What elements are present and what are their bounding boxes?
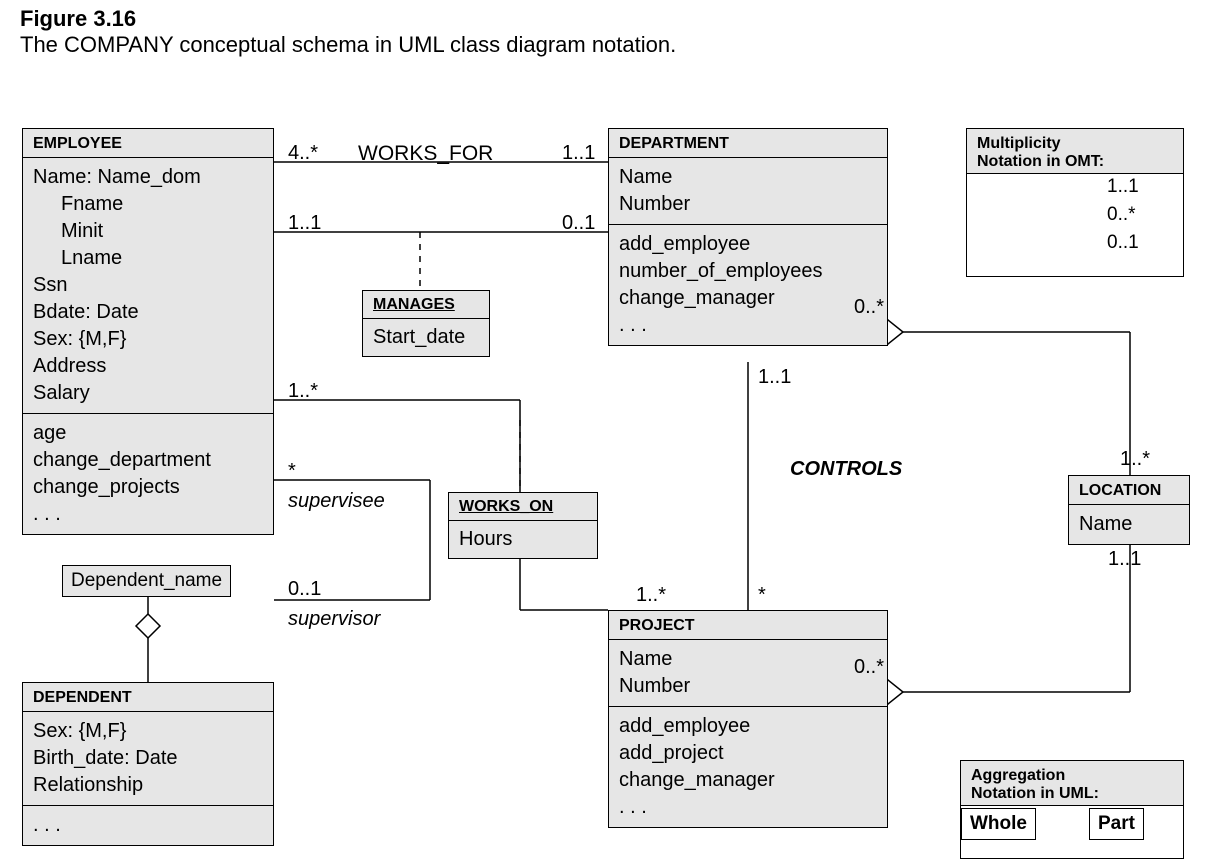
role-supervisor: supervisor	[288, 608, 380, 631]
role-supervisee: supervisee	[288, 490, 385, 513]
attr: Name	[1079, 511, 1179, 538]
assoc-controls-name: CONTROLS	[790, 458, 902, 481]
assoc-worksfor-name: WORKS_FOR	[358, 142, 493, 166]
attr: Ssn	[33, 272, 263, 299]
attr: Bdate: Date	[33, 299, 263, 326]
mult-workson-emp: 1..*	[288, 380, 318, 403]
operation: add_employee	[619, 713, 877, 740]
mult-deptloc-dept: 0..*	[854, 296, 884, 319]
mult-projloc-loc: 1..1	[1108, 548, 1141, 571]
operation: change_manager	[619, 767, 877, 794]
attr: Number	[619, 191, 877, 218]
assoc-title: WORKS_ON	[449, 493, 597, 521]
class-location: LOCATION Name	[1068, 475, 1190, 545]
legend-part: Part	[1089, 808, 1144, 840]
operation: age	[33, 420, 263, 447]
operation: change_manager	[619, 285, 877, 312]
attr: Salary	[33, 380, 263, 407]
attr: Hours	[449, 521, 597, 558]
class-title: DEPARTMENT	[609, 129, 887, 158]
legend-omt-multiplicity: Multiplicity Notation in OMT: 1..1 0..* …	[966, 128, 1184, 277]
class-department: DEPARTMENT Name Number add_employee numb…	[608, 128, 888, 346]
class-title: EMPLOYEE	[23, 129, 273, 158]
attr: Number	[619, 673, 877, 700]
legend-title-line2: Notation in OMT:	[977, 153, 1173, 171]
class-dependent: DEPENDENT Sex: {M,F} Birth_date: Date Re…	[22, 682, 274, 846]
mult-projloc-proj: 0..*	[854, 656, 884, 679]
operation: add_employee	[619, 231, 877, 258]
legend-whole: Whole	[961, 808, 1036, 840]
mult-controls-dept: 1..1	[758, 366, 791, 389]
class-employee: EMPLOYEE Name: Name_dom Fname Minit Lnam…	[22, 128, 274, 535]
operation: change_department	[33, 447, 263, 474]
legend-title-line2: Notation in UML:	[971, 785, 1173, 803]
attr: Relationship	[33, 772, 263, 799]
legend-title-line1: Multiplicity	[977, 135, 1173, 153]
class-title: LOCATION	[1069, 476, 1189, 505]
operation: . . .	[619, 312, 877, 339]
operation: . . .	[33, 812, 263, 839]
assoc-title: MANAGES	[363, 291, 489, 319]
assoc-class-workson: WORKS_ON Hours	[448, 492, 598, 559]
operation: add_project	[619, 740, 877, 767]
attr: Minit	[33, 218, 263, 245]
mult-supervisor: 0..1	[288, 578, 321, 601]
attr: Address	[33, 353, 263, 380]
legend-row-text: 1..1	[1107, 176, 1139, 198]
attr: Name	[619, 646, 877, 673]
mult-controls-proj-side: *	[758, 584, 766, 607]
mult-supervisee: *	[288, 460, 296, 483]
mult-manages-dept: 0..1	[562, 212, 595, 235]
qualifier-dependent-name: Dependent_name	[62, 565, 231, 597]
mult-controls-proj: 1..*	[636, 584, 666, 607]
attr: Fname	[33, 191, 263, 218]
class-title: PROJECT	[609, 611, 887, 640]
attr: Start_date	[363, 319, 489, 356]
operation: change_projects	[33, 474, 263, 501]
class-title: DEPENDENT	[23, 683, 273, 712]
attr: Name	[619, 164, 877, 191]
legend-uml-aggregation: Aggregation Notation in UML: Whole Part	[960, 760, 1184, 859]
mult-worksfor-emp: 4..*	[288, 142, 318, 165]
legend-title-line1: Aggregation	[971, 767, 1173, 785]
attr: Name: Name_dom	[33, 164, 263, 191]
mult-worksfor-dept: 1..1	[562, 142, 595, 165]
mult-deptloc-loc: 1..*	[1120, 448, 1150, 471]
class-project: PROJECT Name Number add_employee add_pro…	[608, 610, 888, 828]
operation: . . .	[33, 501, 263, 528]
attr: Sex: {M,F}	[33, 718, 263, 745]
operation: . . .	[619, 794, 877, 821]
attr: Sex: {M,F}	[33, 326, 263, 353]
mult-manages-emp: 1..1	[288, 212, 321, 235]
operation: number_of_employees	[619, 258, 877, 285]
attr: Lname	[33, 245, 263, 272]
attr: Birth_date: Date	[33, 745, 263, 772]
legend-row-text: 0..1	[1107, 232, 1139, 254]
assoc-class-manages: MANAGES Start_date	[362, 290, 490, 357]
legend-row-text: 0..*	[1107, 204, 1136, 226]
